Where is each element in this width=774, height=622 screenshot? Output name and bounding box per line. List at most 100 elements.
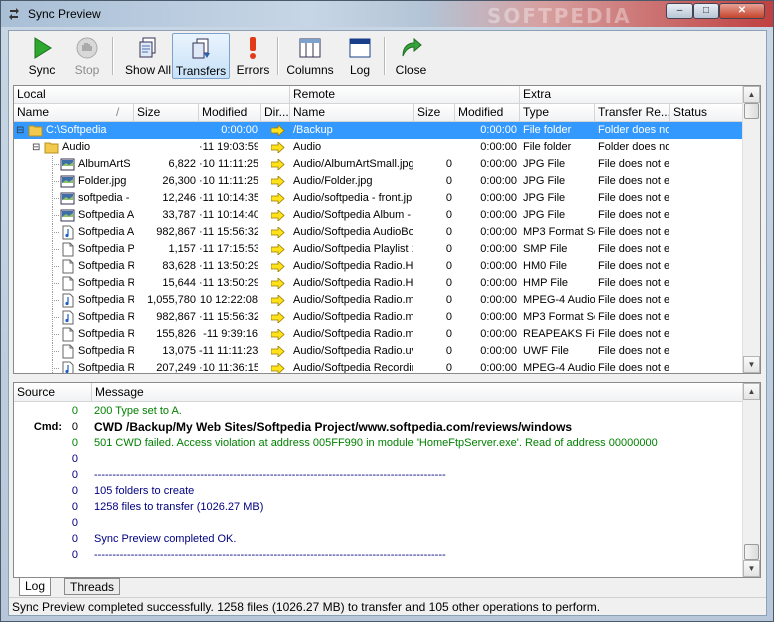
status-cell xyxy=(673,122,743,139)
log-row[interactable]: 0 xyxy=(14,515,744,531)
show-all-button[interactable]: Show All xyxy=(118,33,178,79)
log-row[interactable]: 0 1258 files to transfer (1026.27 MB) xyxy=(14,499,744,515)
tab-threads[interactable]: Threads xyxy=(64,578,121,595)
local-size-cell: 155,826 xyxy=(156,328,196,340)
table-row[interactable]: Softpedia R 83,628·11 13:50:29 Audio/Softp… xyxy=(14,258,744,275)
col-type[interactable]: Type xyxy=(520,104,595,121)
scroll-thumb[interactable] xyxy=(744,103,759,119)
tree-line xyxy=(52,283,59,284)
log-row[interactable]: Cmd: 0 CWD /Backup/My Web Sites/Softpedia … xyxy=(14,419,744,435)
log-row[interactable]: 0 105 folders to create xyxy=(14,483,744,499)
minimize-button[interactable]: – xyxy=(666,3,693,19)
table-row[interactable]: ⊟ C:\Softpedia 0:00:00/Backup 0:00:00 File f… xyxy=(14,122,744,139)
columns-button[interactable]: Columns xyxy=(283,33,337,79)
table-row[interactable]: Softpedia R 155,826 -11 9:39:16 Audio/Softp… xyxy=(14,326,744,343)
table-row[interactable]: Softpedia A 982,867·11 15:56:32 Audio/Soft… xyxy=(14,224,744,241)
table-row[interactable]: Softpedia R 15,644·11 13:50:29 Audio/Softp… xyxy=(14,275,744,292)
type-cell: UWF File xyxy=(523,345,569,357)
scroll-down-arrow-icon[interactable]: ▼ xyxy=(743,356,760,373)
col-remote-size[interactable]: Size xyxy=(414,104,455,121)
close-window-button[interactable]: ✕ xyxy=(719,3,765,19)
sync-app-icon xyxy=(9,8,19,20)
log-thread-number: 0 xyxy=(71,533,78,545)
col-remote-name[interactable]: Name xyxy=(290,104,414,121)
remote-modified-cell: 0:00:00 xyxy=(480,158,517,170)
sync-file-grid[interactable]: Local Remote Extra Name / Size Modified D… xyxy=(13,85,761,374)
stop-label: Stop xyxy=(74,63,100,77)
pane-splitter[interactable] xyxy=(9,377,766,381)
log-row[interactable]: 0 xyxy=(14,451,744,467)
table-row[interactable]: AlbumArtS 6,822·10 11:11:25 Audio/AlbumArt… xyxy=(14,156,744,173)
log-row[interactable]: 0 ---------------------------------------… xyxy=(14,547,744,563)
folder-file-icon xyxy=(44,140,59,155)
table-row[interactable]: Softpedia R 207,249·10 11:36:15 Audio/Soft… xyxy=(14,360,744,373)
table-row[interactable]: ⊟ Audio ·11 19:03:59 Audio 0:00:00 File folde… xyxy=(14,139,744,156)
log-vertical-scrollbar[interactable]: ▲ ▼ xyxy=(742,383,760,577)
table-row[interactable]: Folder.jpg 26,300·10 11:11:25 Audio/Folder… xyxy=(14,173,744,190)
status-cell xyxy=(673,241,743,258)
group-extra-header[interactable]: Extra xyxy=(520,86,744,103)
remote-size-cell xyxy=(414,122,452,139)
col-local-size[interactable]: Size xyxy=(134,104,199,121)
col-status[interactable]: Status xyxy=(670,104,744,121)
table-row[interactable]: Softpedia A 33,787·11 10:14:40 Audio/Softp… xyxy=(14,207,744,224)
remote-name-cell: Audio/Softpedia Radio.uv xyxy=(293,345,413,357)
sync-button[interactable]: Sync xyxy=(17,33,67,79)
log-row[interactable]: 0 200 Type set to A. xyxy=(14,403,744,419)
col-local-name[interactable]: Name / xyxy=(14,104,134,121)
log-button[interactable]: Log xyxy=(340,33,380,79)
table-row[interactable]: Softpedia R 1,055,780 10 12:22:08 Audio/Sof… xyxy=(14,292,744,309)
transfer-reason-cell: File does not e: xyxy=(598,209,669,221)
col-source[interactable]: Source xyxy=(14,383,92,401)
title-bar[interactable]: Sync Preview SOFTPEDIA – □ ✕ xyxy=(1,1,773,28)
remote-size-cell xyxy=(414,139,452,156)
col-remote-modified[interactable]: Modified xyxy=(455,104,520,121)
window-title: Sync Preview xyxy=(28,7,101,21)
stop-button[interactable]: Stop xyxy=(67,33,107,79)
log-thread-number: 0 xyxy=(71,405,78,417)
status-cell xyxy=(673,292,743,309)
log-thread-number: 0 xyxy=(71,469,78,481)
local-size-cell: 12,246 xyxy=(162,192,196,204)
group-remote-header[interactable]: Remote xyxy=(290,86,520,103)
local-size-cell: 26,300 xyxy=(162,175,196,187)
remote-name-cell: /Backup xyxy=(293,124,333,136)
col-transfer-reason[interactable]: Transfer Re... xyxy=(595,104,670,121)
scroll-down-arrow-icon[interactable]: ▼ xyxy=(743,560,760,577)
group-local-header[interactable]: Local xyxy=(14,86,290,103)
maximize-button[interactable]: □ xyxy=(693,3,719,19)
table-row[interactable]: Softpedia R 13,075 -11 11:11:23 Audio/Softp… xyxy=(14,343,744,360)
remote-size-cell: 0 xyxy=(445,243,452,255)
col-message[interactable]: Message xyxy=(92,383,744,401)
sort-indicator: / xyxy=(116,105,120,119)
tree-collapse-icon[interactable]: ⊟ xyxy=(32,139,40,156)
table-row[interactable]: Softpedia P 1,157·11 17:15:53 Audio/Softpe… xyxy=(14,241,744,258)
transfer-arrow-icon xyxy=(270,209,285,222)
log-row[interactable]: 0 Sync Preview completed OK. xyxy=(14,531,744,547)
log-row[interactable]: 0 501 CWD failed. Access violation at add… xyxy=(14,435,744,451)
transfer-arrow-icon xyxy=(270,328,285,341)
tab-log[interactable]: Log xyxy=(19,578,52,596)
transfers-button[interactable]: Transfers xyxy=(172,33,230,79)
log-pane[interactable]: Source Message 0 200 Type set to A. Cmd: 0 C… xyxy=(13,382,761,578)
tree-line xyxy=(52,181,59,182)
col-direction[interactable]: Dir... xyxy=(261,104,290,121)
close-button[interactable]: Close xyxy=(391,33,431,79)
local-name-cell: Softpedia A xyxy=(78,226,134,238)
log-row[interactable]: 0 ---------------------------------------… xyxy=(14,467,744,483)
scroll-up-arrow-icon[interactable]: ▲ xyxy=(743,86,760,103)
local-size-cell xyxy=(134,122,196,139)
tree-collapse-icon[interactable]: ⊟ xyxy=(16,122,24,139)
scroll-thumb[interactable] xyxy=(744,544,759,560)
transfer-reason-cell: File does not e: xyxy=(598,277,669,289)
remote-modified-cell: 0:00:00 xyxy=(480,328,517,340)
errors-button[interactable]: Errors xyxy=(233,33,273,79)
col-local-modified[interactable]: Modified xyxy=(199,104,261,121)
transfer-arrow-icon xyxy=(270,158,285,171)
grid-vertical-scrollbar[interactable]: ▲ ▼ xyxy=(742,86,760,373)
table-row[interactable]: Softpedia R 982,867·11 15:56:32 Audio/Soft… xyxy=(14,309,744,326)
scroll-up-arrow-icon[interactable]: ▲ xyxy=(743,383,760,400)
table-row[interactable]: softpedia - 12,246·11 10:14:35 Audio/softp… xyxy=(14,190,744,207)
image-file-icon xyxy=(60,174,75,189)
type-cell: HMP File xyxy=(523,277,569,289)
